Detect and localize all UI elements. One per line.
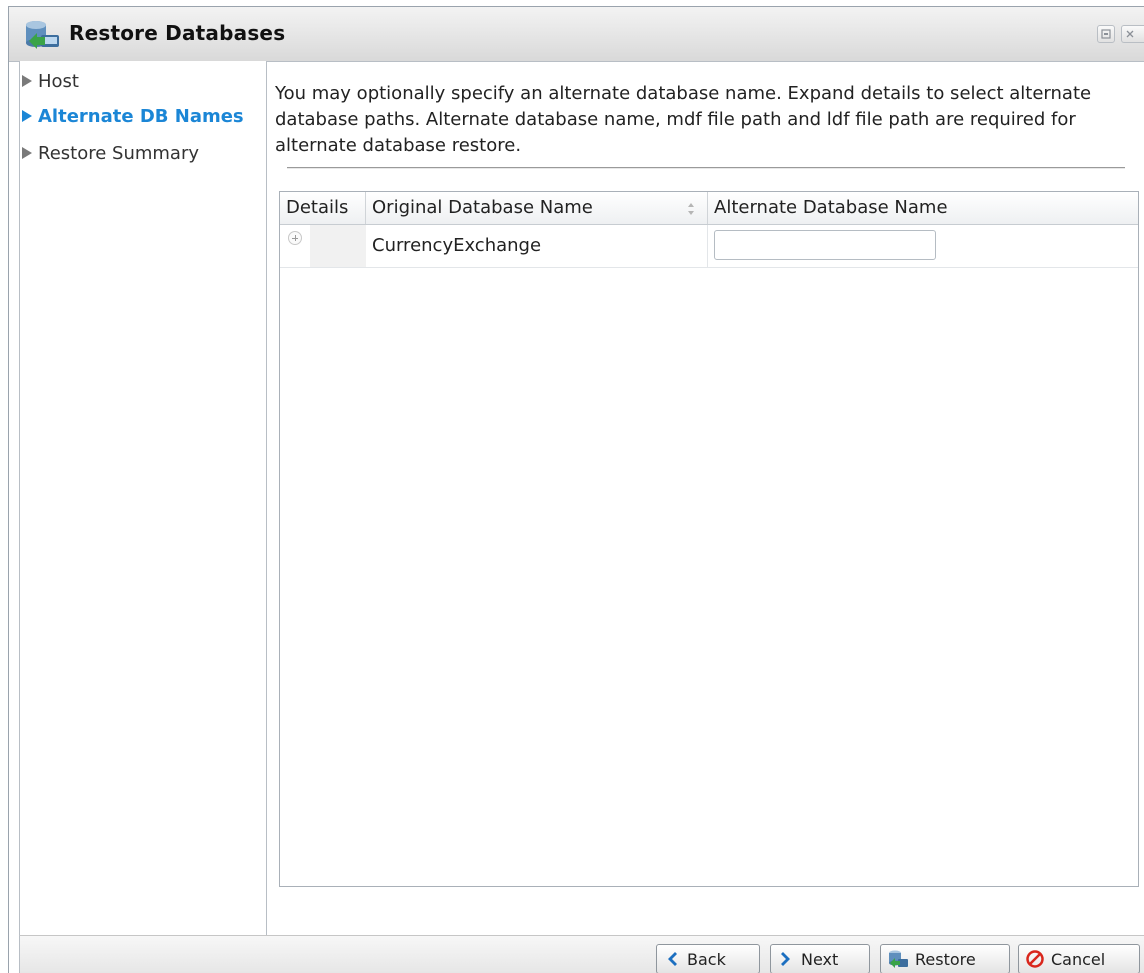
restore-button-label: Restore: [915, 949, 976, 969]
instructions-text: You may optionally specify an alternate …: [275, 83, 1092, 156]
close-icon: [1126, 30, 1134, 38]
next-button[interactable]: Next: [770, 944, 870, 973]
expand-plus-icon[interactable]: [288, 231, 302, 245]
column-header-label: Original Database Name: [372, 197, 593, 218]
details-cell-shade: [310, 225, 366, 267]
grid-header: Details Original Database Name Alternate…: [280, 192, 1138, 225]
minimize-button[interactable]: [1097, 25, 1115, 43]
chevron-right-icon: [781, 952, 790, 966]
restore-button[interactable]: Restore: [880, 944, 1010, 973]
button-bar: Back Next Restore Cancel: [19, 935, 1144, 973]
minimize-icon: [1101, 29, 1111, 39]
nav-item-label: Alternate DB Names: [38, 105, 244, 127]
main-content: You may optionally specify an alternate …: [267, 61, 1144, 935]
nav-item-label: Restore Summary: [38, 142, 200, 164]
alternate-name-input[interactable]: [714, 230, 936, 260]
cancel-prohibit-icon: [1026, 950, 1044, 968]
nav-item-restore-summary[interactable]: Restore Summary: [22, 139, 199, 167]
column-header-original-name[interactable]: Original Database Name: [366, 192, 708, 224]
restore-databases-dialog: Restore Databases Host Alternate DB Name…: [8, 6, 1144, 973]
cancel-button-label: Cancel: [1051, 949, 1106, 969]
database-restore-icon: [26, 21, 59, 49]
nav-item-host[interactable]: Host: [22, 67, 79, 95]
close-button[interactable]: [1121, 25, 1144, 43]
arrow-right-icon: [22, 110, 32, 122]
database-restore-icon: [889, 950, 908, 968]
chevron-left-icon: [668, 952, 677, 966]
column-header-details[interactable]: Details: [280, 192, 366, 224]
title-bar: Restore Databases: [9, 7, 1144, 62]
back-button[interactable]: Back: [656, 944, 760, 973]
column-header-alternate-name[interactable]: Alternate Database Name: [708, 192, 1138, 224]
dialog-title: Restore Databases: [69, 21, 286, 45]
next-button-label: Next: [801, 949, 839, 969]
nav-item-label: Host: [38, 70, 79, 92]
table-row: CurrencyExchange: [280, 225, 1138, 268]
nav-item-alternate-db-names[interactable]: Alternate DB Names: [22, 102, 244, 130]
original-name-cell: CurrencyExchange: [366, 225, 708, 267]
arrow-right-icon: [22, 147, 32, 159]
details-cell: [280, 225, 366, 267]
cancel-button[interactable]: Cancel: [1018, 944, 1140, 973]
divider: [287, 167, 1125, 169]
database-grid: Details Original Database Name Alternate…: [279, 191, 1139, 887]
alternate-name-cell: [708, 225, 1138, 267]
arrow-right-icon: [22, 75, 32, 87]
wizard-step-nav: Host Alternate DB Names Restore Summary: [19, 61, 267, 935]
back-button-label: Back: [687, 949, 726, 969]
sort-icon: [688, 203, 694, 215]
